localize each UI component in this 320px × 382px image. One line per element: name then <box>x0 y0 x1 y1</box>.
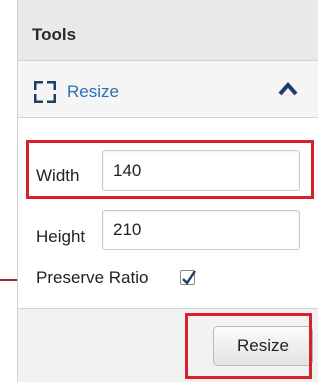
tools-panel: Tools Resize Width Height Preserve Ratio… <box>17 0 318 382</box>
preserve-ratio-label: Preserve Ratio <box>36 268 149 287</box>
height-input[interactable] <box>102 210 300 250</box>
height-label: Height <box>36 227 86 246</box>
resize-section-header[interactable]: Resize <box>18 61 318 118</box>
chevron-up-icon[interactable] <box>278 82 298 96</box>
tools-header: Tools <box>18 0 318 61</box>
checkmark-icon <box>182 270 196 285</box>
preserve-ratio-checkbox[interactable] <box>180 270 196 285</box>
tools-title: Tools <box>32 25 77 44</box>
width-label: Width <box>36 166 80 185</box>
width-input[interactable] <box>102 150 300 191</box>
resize-section-label[interactable]: Resize <box>67 82 119 102</box>
resize-corners-icon <box>34 81 56 103</box>
resize-button[interactable]: Resize <box>213 326 313 366</box>
